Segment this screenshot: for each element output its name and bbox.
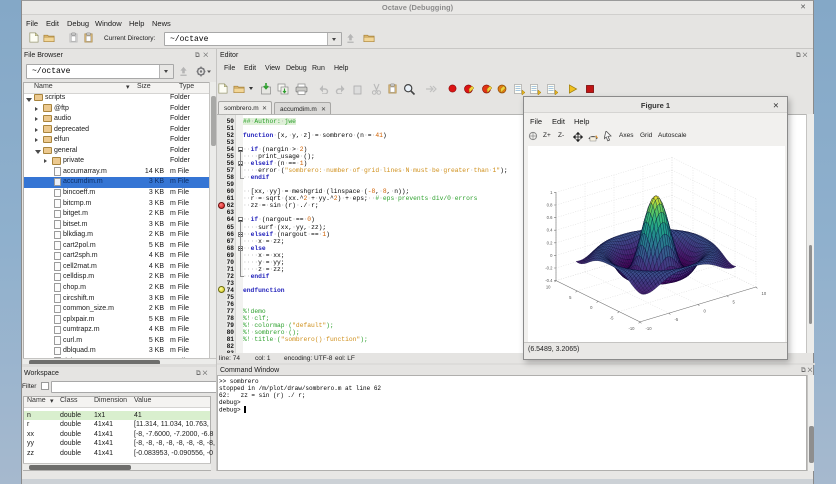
svg-text:5: 5 — [569, 295, 572, 300]
svg-text:1: 1 — [550, 190, 553, 195]
svg-text:5: 5 — [733, 300, 736, 305]
svg-text:10: 10 — [546, 285, 551, 290]
svg-text:0.6: 0.6 — [547, 215, 553, 220]
svg-text:0: 0 — [590, 305, 593, 310]
svg-text:0.2: 0.2 — [547, 240, 553, 245]
svg-text:-0.4: -0.4 — [545, 278, 553, 283]
svg-text:10: 10 — [762, 291, 767, 296]
svg-text:-10: -10 — [646, 326, 653, 331]
svg-text:-0.2: -0.2 — [545, 266, 553, 271]
svg-text:-5: -5 — [610, 316, 614, 321]
svg-text:0.4: 0.4 — [547, 228, 553, 233]
svg-text:-5: -5 — [675, 317, 679, 322]
svg-text:-10: -10 — [628, 326, 635, 331]
svg-text:0: 0 — [704, 308, 707, 313]
svg-text:0.8: 0.8 — [547, 203, 553, 208]
svg-text:0: 0 — [550, 253, 553, 258]
